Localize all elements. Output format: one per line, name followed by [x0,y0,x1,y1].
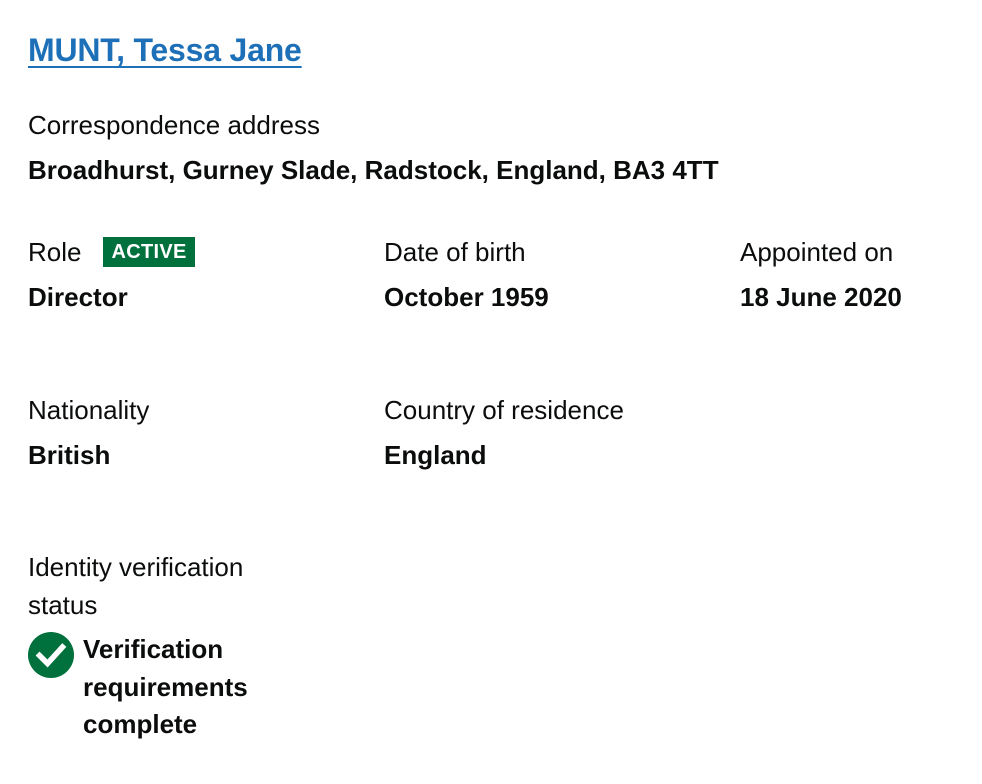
identity-verification-value: Verification requirements complete [83,634,248,739]
role-value: Director [28,282,128,312]
country-of-residence-label: Country of residence [384,395,624,425]
nationality-value: British [28,440,111,470]
date-of-birth-value: October 1959 [384,282,549,312]
appointed-on-label: Appointed on [740,237,894,267]
role-field: Role ACTIVE [28,233,195,271]
identity-verification-label: Identity verification status [28,552,244,620]
appointed-on-value: 18 June 2020 [740,282,902,312]
country-of-residence-value: England [384,440,487,470]
nationality-label: Nationality [28,395,150,425]
correspondence-address-label: Correspondence address [28,110,320,140]
identity-verification-status: Verification requirements complete [28,631,283,744]
role-label: Role [28,237,82,267]
check-circle-icon [28,632,74,678]
officer-name-link[interactable]: MUNT, Tessa Jane [28,32,302,69]
status-badge: ACTIVE [103,237,195,267]
date-of-birth-label: Date of birth [384,237,526,267]
correspondence-address-value: Broadhurst, Gurney Slade, Radstock, Engl… [28,155,719,185]
